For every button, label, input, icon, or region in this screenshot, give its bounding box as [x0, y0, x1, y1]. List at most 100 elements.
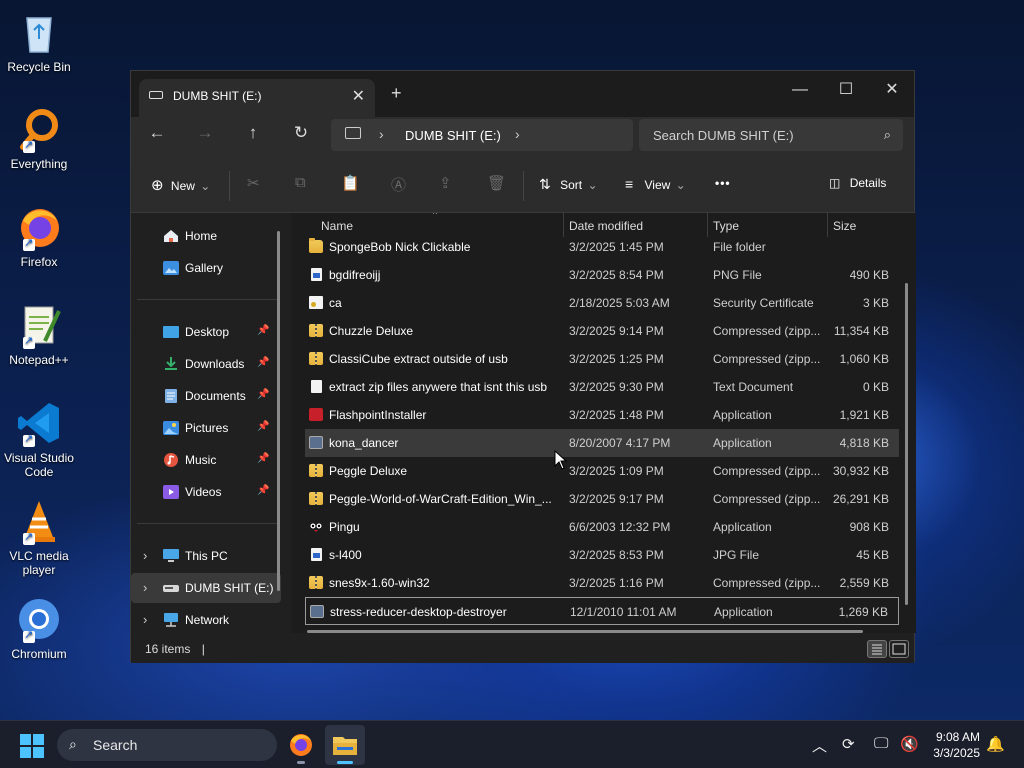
sidebar-item-label: Documents [185, 389, 246, 403]
chevron-right-icon[interactable]: › [515, 126, 520, 142]
start-button[interactable] [20, 734, 44, 758]
file-date-modified: 12/1/2010 11:01 AM [570, 605, 677, 619]
desktop-icon-chromium[interactable]: Chromium [4, 595, 74, 661]
up-button[interactable]: ↑ [239, 119, 267, 147]
file-name: FlashpointInstaller [329, 408, 427, 422]
file-name: kona_dancer [329, 436, 399, 450]
close-button[interactable]: ✕ [869, 75, 915, 105]
file-row[interactable]: Peggle Deluxe 3/2/2025 1:09 PM Compressed … [305, 457, 899, 485]
application-icon [309, 436, 323, 449]
file-row[interactable]: Peggle-World-of-WarCraft-Edition_Win_...… [305, 485, 899, 513]
more-options-button[interactable]: ••• [715, 176, 731, 196]
details-view-button[interactable] [867, 640, 887, 658]
clock[interactable]: 9:08 AM 3/3/2025 [933, 729, 980, 761]
file-row[interactable]: Chuzzle Deluxe 3/2/2025 9:14 PM Compressed… [305, 317, 899, 345]
share-icon[interactable]: ⇪ [439, 174, 452, 194]
taskbar-firefox[interactable] [281, 725, 321, 765]
delete-icon[interactable]: 🗑 [487, 174, 506, 194]
column-header-size[interactable]: Size [833, 219, 856, 233]
new-button[interactable]: ⊕ New ⌄ [151, 176, 210, 196]
pin-icon: 📌 [257, 389, 270, 400]
desktop-icon-firefox[interactable]: Firefox [4, 203, 74, 269]
vertical-scrollbar[interactable] [905, 283, 908, 605]
everything-icon [15, 105, 63, 153]
rename-icon[interactable]: Ⓐ [391, 174, 406, 194]
desktop-icon-label: VLC media player [9, 549, 69, 577]
desktop-icon-recycle-bin[interactable]: Recycle Bin [4, 8, 74, 74]
file-row[interactable]: snes9x-1.60-win32 3/2/2025 1:16 PM Compres… [305, 569, 899, 597]
chevron-right-icon[interactable]: › [143, 580, 147, 595]
file-date-modified: 3/2/2025 9:17 PM [569, 492, 664, 506]
file-row[interactable]: extract zip files anywere that isnt this… [305, 373, 899, 401]
file-name: s-l400 [329, 548, 362, 562]
sidebar-item-label: Videos [185, 485, 222, 499]
maximize-button[interactable]: ☐ [823, 75, 869, 105]
desktop-icon-everything[interactable]: Everything [4, 105, 74, 171]
taskbar-file-explorer[interactable] [325, 725, 365, 765]
view-button[interactable]: ≡ View ⌄ [625, 176, 686, 196]
address-bar[interactable]: › DUMB SHIT (E:) › [331, 119, 633, 151]
sidebar-item-drive[interactable]: › DUMB SHIT (E:) [131, 573, 281, 603]
tab-close-button[interactable]: ✕ [352, 86, 365, 106]
file-row[interactable]: SpongeBob Nick Clickable 3/2/2025 1:45 PM… [305, 233, 899, 261]
sync-icon[interactable]: ⟳ [842, 735, 855, 753]
sidebar-item-home[interactable]: Home [131, 221, 281, 251]
sidebar-scrollbar[interactable] [277, 231, 280, 591]
zip-folder-icon [309, 324, 323, 337]
back-button[interactable]: ← [143, 119, 171, 147]
sidebar-item-network[interactable]: › Network [131, 605, 281, 635]
sidebar-item-documents[interactable]: Documents 📌 [131, 381, 281, 411]
file-row[interactable]: ca 2/18/2025 5:03 AM Security Certificate 3… [305, 289, 899, 317]
file-row[interactable]: kona_dancer 8/20/2007 4:17 PM Application 4… [305, 429, 899, 457]
sort-button[interactable]: ⇅ Sort ⌄ [539, 176, 598, 196]
show-hidden-icons-button[interactable]: ︿ [812, 735, 827, 756]
breadcrumb-drive[interactable]: DUMB SHIT (E:) [405, 128, 501, 143]
copy-icon[interactable]: ⧉ [295, 174, 306, 194]
search-placeholder: Search DUMB SHIT (E:) [653, 128, 794, 143]
column-header-type[interactable]: Type [713, 219, 739, 233]
details-button[interactable]: ◫ Details [829, 176, 886, 196]
sidebar-item-downloads[interactable]: Downloads 📌 [131, 349, 281, 379]
file-row[interactable]: bgdifreoijj 3/2/2025 8:54 PM PNG File 490 K… [305, 261, 899, 289]
network-icon[interactable]: 🖵 [874, 735, 888, 752]
desktop-icon-vscode[interactable]: Visual Studio Code [4, 399, 74, 479]
refresh-button[interactable]: ↻ [287, 119, 315, 147]
volume-muted-icon[interactable]: 🔇 [900, 735, 919, 753]
home-icon [164, 230, 178, 242]
new-tab-button[interactable]: + [391, 83, 402, 104]
desktop-icon-vlc[interactable]: VLC media player [4, 497, 74, 577]
forward-button[interactable]: → [191, 119, 219, 147]
minimize-button[interactable]: — [777, 75, 823, 105]
windows-logo-icon [20, 747, 31, 758]
tiles-view-button[interactable] [889, 640, 909, 658]
file-name: extract zip files anywere that isnt this… [329, 380, 548, 394]
chevron-right-icon[interactable]: › [143, 548, 147, 563]
file-row[interactable]: s-l400 3/2/2025 8:53 PM JPG File 45 KB [305, 541, 899, 569]
sidebar-item-pictures[interactable]: Pictures 📌 [131, 413, 281, 443]
file-row[interactable]: stress-reducer-desktop-destroyer 12/1/201… [305, 597, 899, 625]
sidebar-item-desktop[interactable]: Desktop 📌 [131, 317, 281, 347]
search-input[interactable]: Search DUMB SHIT (E:) ⌕ [639, 119, 903, 151]
file-size: 908 KB [849, 520, 889, 534]
file-row[interactable]: Pingu 6/6/2003 12:32 PM Application 908 KB [305, 513, 899, 541]
file-type: Compressed (zipp... [713, 492, 821, 506]
file-row[interactable]: ClassiCube extract outside of usb 3/2/202… [305, 345, 899, 373]
sidebar-item-this-pc[interactable]: › This PC [131, 541, 281, 571]
details-view-icon [872, 644, 882, 655]
chevron-right-icon[interactable]: › [143, 612, 147, 627]
sidebar-item-music[interactable]: Music 📌 [131, 445, 281, 475]
new-icon: ⊕ [151, 177, 164, 194]
chevron-right-icon[interactable]: › [379, 126, 384, 142]
sort-ascending-icon: ^ [433, 213, 438, 219]
cut-icon[interactable]: ✂ [247, 174, 260, 194]
notification-bell-icon[interactable]: 🔔 [986, 735, 1005, 753]
desktop-icon-notepadpp[interactable]: Notepad++ [4, 301, 74, 367]
paste-icon[interactable]: 📋 [341, 174, 360, 194]
column-header-date[interactable]: Date modified [569, 219, 643, 233]
file-row[interactable]: FlashpointInstaller 3/2/2025 1:48 PM Appli… [305, 401, 899, 429]
column-header-name[interactable]: Name [321, 219, 353, 233]
sidebar-item-gallery[interactable]: Gallery [131, 253, 281, 283]
taskbar-search-box[interactable]: ⌕ Search [57, 729, 277, 761]
sidebar-item-videos[interactable]: Videos 📌 [131, 477, 281, 507]
tab-drive[interactable]: DUMB SHIT (E:) ✕ [139, 79, 375, 117]
